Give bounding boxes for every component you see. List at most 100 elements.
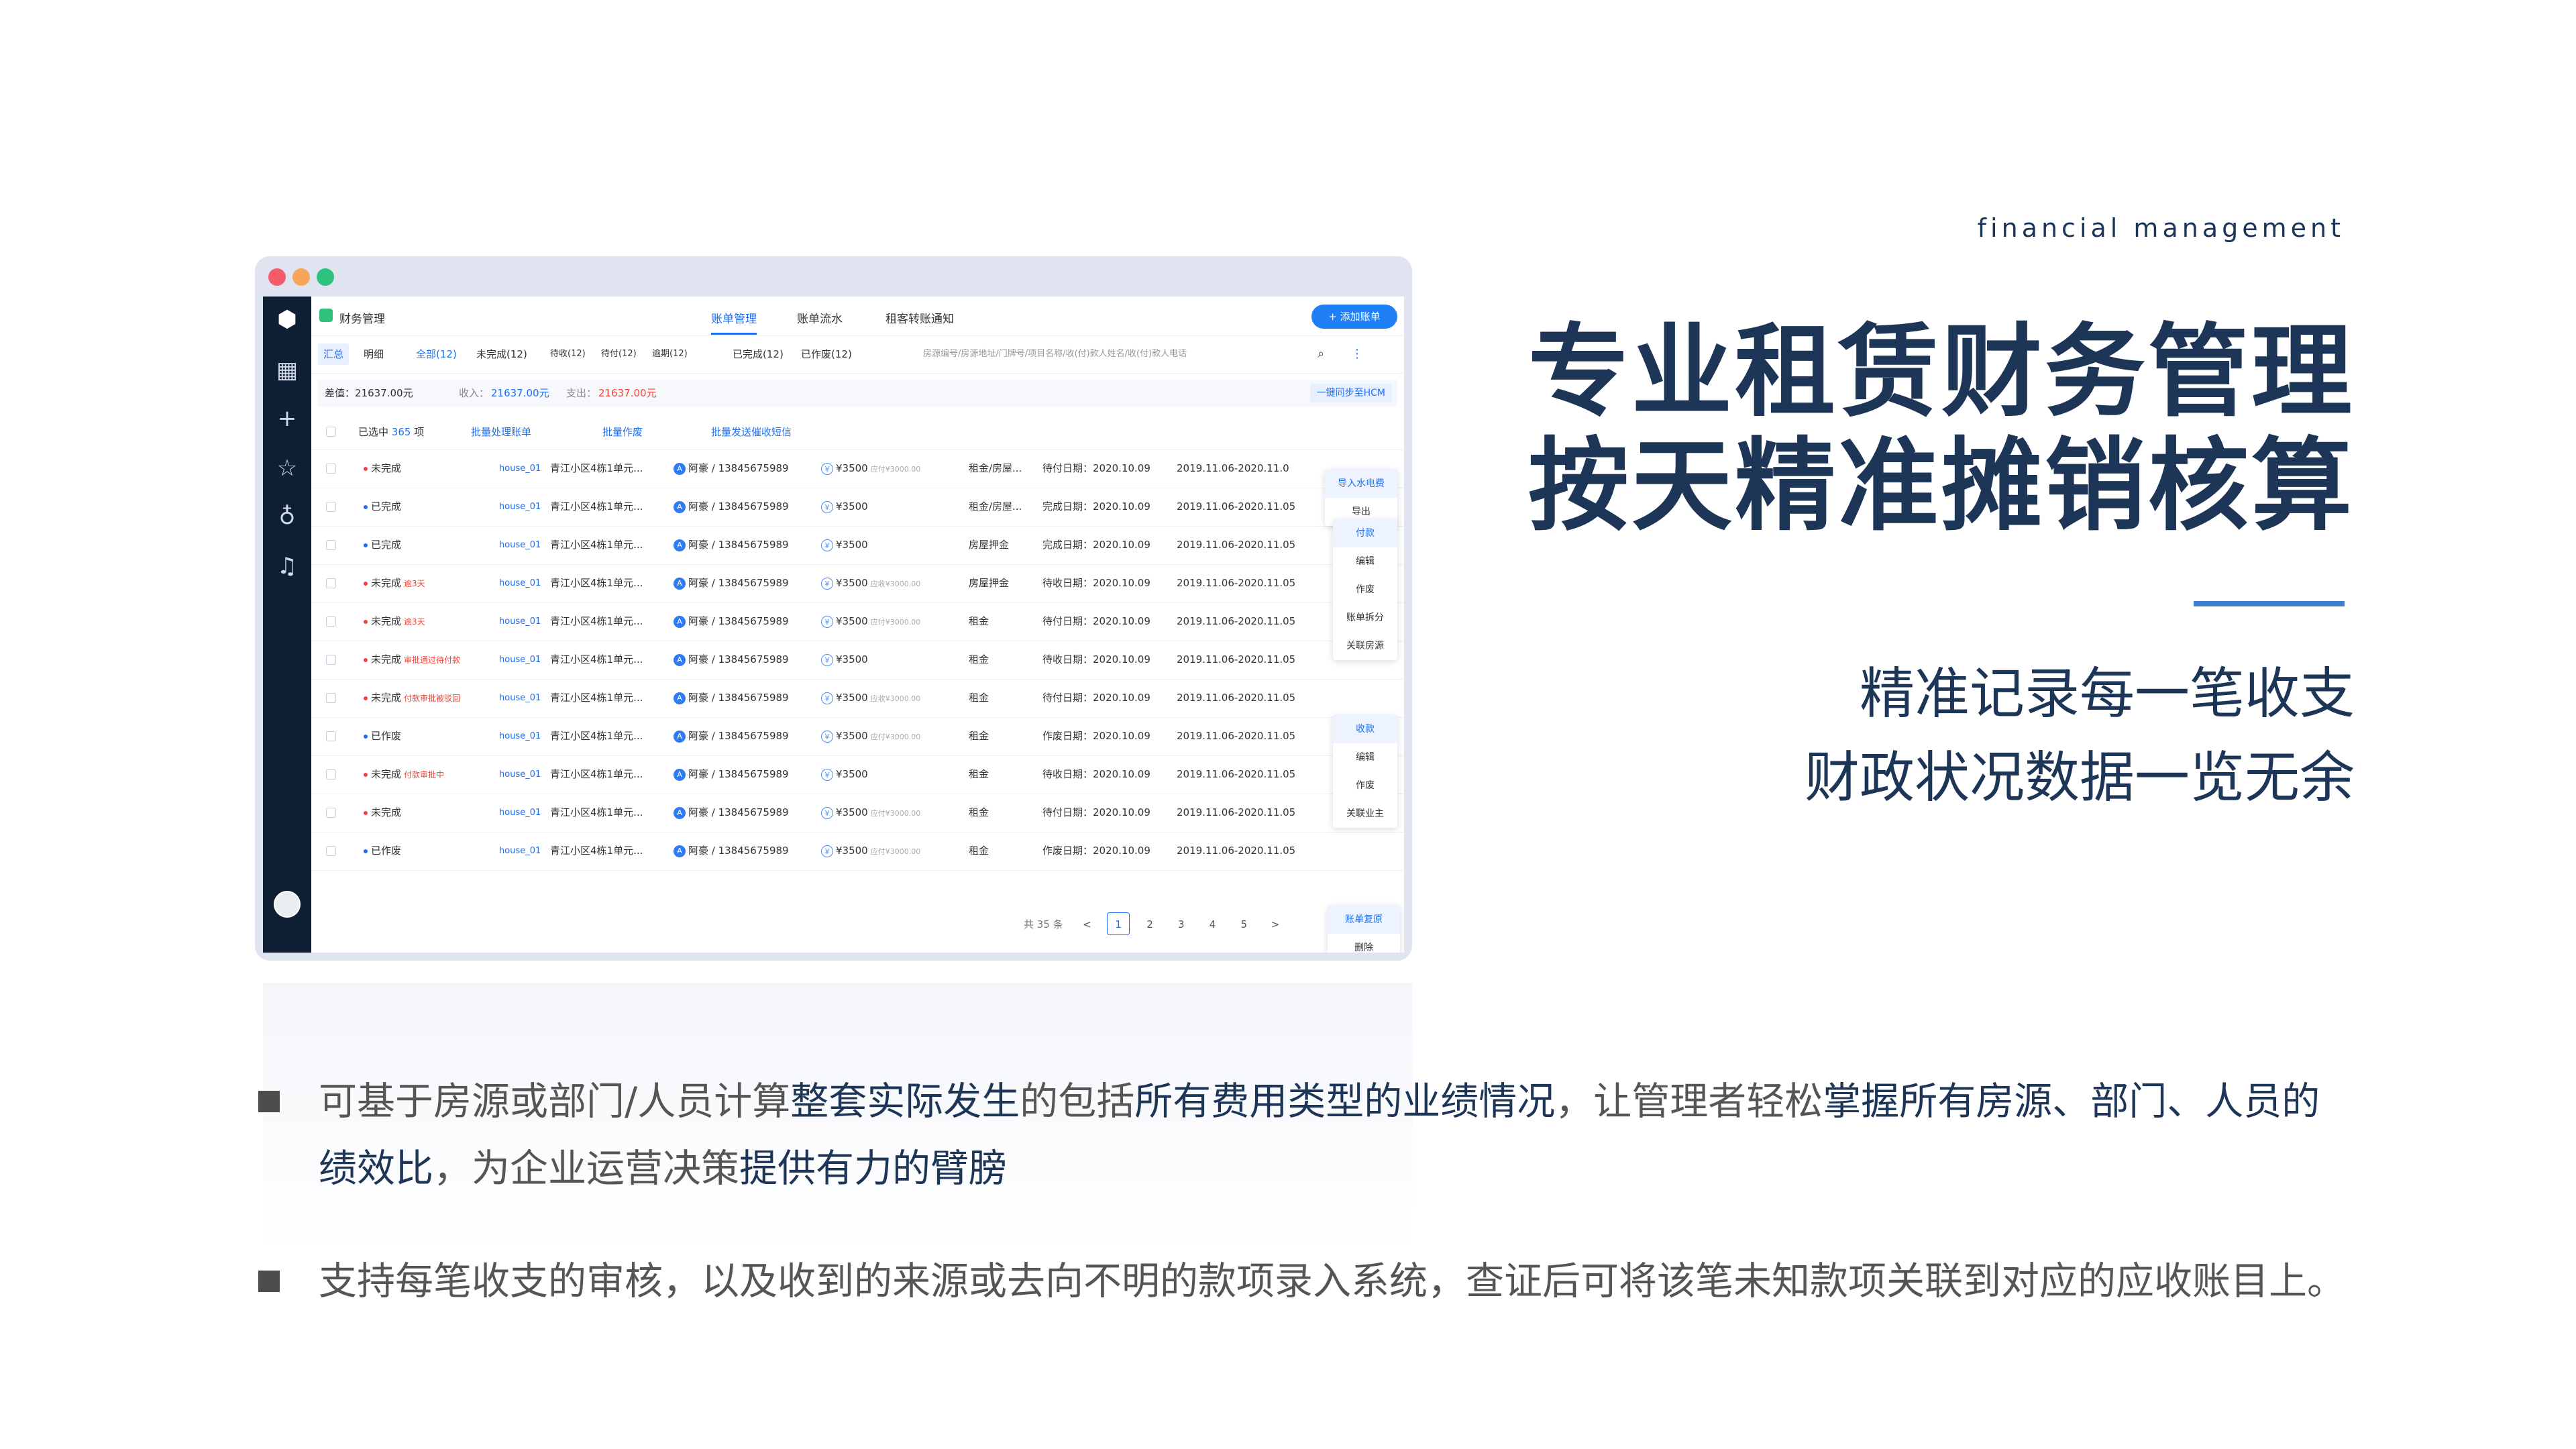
row-checkbox[interactable] bbox=[326, 540, 336, 550]
menu-link-owner-item[interactable]: 关联业主 bbox=[1333, 800, 1397, 828]
table-row[interactable]: 未完成 house_01 青江小区4栋1单元... A 阿豪 / 13845675989… bbox=[311, 794, 1404, 833]
batch-selected: 已选中 365 项 bbox=[358, 415, 424, 449]
sync-hcm-button[interactable]: 一键同步至HCM bbox=[1309, 384, 1392, 402]
filter-pending-receive[interactable]: 待收(12) bbox=[550, 335, 586, 373]
cell-house[interactable]: house_01 bbox=[499, 679, 550, 717]
cell-house[interactable]: house_01 bbox=[499, 832, 550, 870]
cell-house[interactable]: house_01 bbox=[499, 755, 550, 794]
table-row[interactable]: 未完成 逾3天 house_01 青江小区4栋1单元... A 阿豪 / 13845675… bbox=[311, 602, 1404, 641]
cell-house[interactable]: house_01 bbox=[499, 602, 550, 641]
person-icon: A bbox=[674, 615, 686, 628]
menu-edit-item-2[interactable]: 编辑 bbox=[1333, 743, 1397, 771]
row-checkbox[interactable] bbox=[326, 769, 336, 780]
row-checkbox[interactable] bbox=[326, 731, 336, 741]
amount-icon: ¥ bbox=[821, 577, 833, 590]
table-row[interactable]: 未完成 审批通过待付款 house_01 青江小区4栋1单元... A 阿豪 / 1384… bbox=[311, 641, 1404, 680]
tab-transfer-notice[interactable]: 租客转账通知 bbox=[885, 309, 954, 326]
cell-house[interactable]: house_01 bbox=[499, 564, 550, 602]
cell-type: 租金 bbox=[969, 730, 989, 742]
cell-type: 房屋押金 bbox=[969, 577, 1010, 589]
amount-note: 应付¥3000.00 bbox=[870, 809, 921, 818]
filter-incomplete[interactable]: 未完成(12) bbox=[476, 335, 527, 373]
status-dot-icon bbox=[364, 619, 368, 624]
cell-house[interactable]: house_01 bbox=[499, 526, 550, 564]
menu-link-house-item[interactable]: 关联房源 bbox=[1333, 632, 1397, 660]
menu-void-item-2[interactable]: 作废 bbox=[1333, 771, 1397, 800]
cube-logo-icon[interactable]: ⬢ bbox=[272, 305, 302, 334]
bullet-square-icon bbox=[258, 1091, 280, 1112]
batch-void-button[interactable]: 批量作废 bbox=[602, 415, 643, 449]
title-line2: 按天精准摊销核算 bbox=[1527, 428, 2355, 545]
table-row[interactable]: 已完成 house_01 青江小区4栋1单元... A 阿豪 / 13845675989… bbox=[311, 526, 1404, 565]
cell-house[interactable]: house_01 bbox=[499, 449, 550, 488]
cell-house[interactable]: house_01 bbox=[499, 717, 550, 755]
menu-receive-item[interactable]: 收款 bbox=[1333, 715, 1397, 743]
filter-overdue[interactable]: 逾期(12) bbox=[652, 335, 688, 373]
import-utilities-item[interactable]: 导入水电费 bbox=[1325, 470, 1397, 498]
cell-house[interactable]: house_01 bbox=[499, 488, 550, 526]
row-checkbox[interactable] bbox=[326, 655, 336, 665]
star-icon[interactable]: ☆ bbox=[272, 453, 302, 483]
accent-line bbox=[2194, 601, 2345, 606]
bullet1-s3: 掌握所有房源、部门、人员的 bbox=[1823, 1079, 2320, 1124]
avatar[interactable] bbox=[274, 891, 301, 918]
view-tab-detail[interactable]: 明细 bbox=[364, 335, 384, 373]
restore-bill-item[interactable]: 账单复原 bbox=[1328, 906, 1400, 934]
table-row[interactable]: 未完成 逾3天 house_01 青江小区4栋1单元... A 阿豪 / 13845675… bbox=[311, 564, 1404, 603]
tab-bill-management[interactable]: 账单管理 bbox=[711, 309, 757, 335]
next-page-button[interactable]: > bbox=[1264, 913, 1287, 936]
prev-page-button[interactable]: < bbox=[1075, 913, 1098, 936]
status-dot-icon bbox=[364, 657, 368, 662]
filter-pending-pay[interactable]: 待付(12) bbox=[601, 335, 637, 373]
money-bag-icon[interactable]: ♁ bbox=[272, 502, 302, 531]
table-row[interactable]: 已完成 house_01 青江小区4栋1单元... A 阿豪 / 13845675989… bbox=[311, 488, 1404, 527]
filter-completed[interactable]: 已完成(12) bbox=[733, 335, 784, 373]
row-checkbox[interactable] bbox=[326, 502, 336, 512]
row-checkbox[interactable] bbox=[326, 693, 336, 703]
page-2[interactable]: 2 bbox=[1138, 913, 1161, 936]
app-mockup-window: ⬢ ▦ + ☆ ♁ ♫ 财务管理 账单管理 账单流水 租客转账通知 + 添加账单… bbox=[255, 256, 1412, 961]
cell-type: 租金 bbox=[969, 845, 989, 857]
row-checkbox[interactable] bbox=[326, 616, 336, 627]
cell-house[interactable]: house_01 bbox=[499, 794, 550, 832]
page-4[interactable]: 4 bbox=[1201, 913, 1224, 936]
menu-pay-item[interactable]: 付款 bbox=[1333, 519, 1397, 547]
table-row[interactable]: 未完成 house_01 青江小区4栋1单元... A 阿豪 / 13845675989… bbox=[311, 449, 1404, 488]
more-icon[interactable]: ⋮ bbox=[1351, 335, 1363, 373]
person-text: 阿豪 / 13845675989 bbox=[688, 768, 789, 780]
row-checkbox[interactable] bbox=[326, 846, 336, 856]
cell-house[interactable]: house_01 bbox=[499, 641, 550, 679]
search-input[interactable]: 房源编号/房源地址/门牌号/项目名称/收(付)款人姓名/收(付)款人电话 bbox=[923, 335, 1299, 373]
filter-voided[interactable]: 已作废(12) bbox=[801, 335, 852, 373]
cell-type: 租金/房屋... bbox=[969, 500, 1022, 513]
add-bill-button[interactable]: + 添加账单 bbox=[1311, 305, 1397, 329]
page-5[interactable]: 5 bbox=[1232, 913, 1255, 936]
delete-item[interactable]: 删除 bbox=[1328, 934, 1400, 953]
page-1[interactable]: 1 bbox=[1107, 912, 1130, 935]
menu-edit-item[interactable]: 编辑 bbox=[1333, 547, 1397, 576]
status-tag: 付款审批中 bbox=[404, 770, 445, 780]
row-checkbox[interactable] bbox=[326, 464, 336, 474]
tab-bill-flow[interactable]: 账单流水 bbox=[797, 309, 843, 326]
select-all-checkbox[interactable] bbox=[326, 427, 336, 437]
cell-status: 已作废 bbox=[364, 832, 498, 871]
grid-icon[interactable]: ▦ bbox=[272, 356, 302, 385]
table-row[interactable]: 已作废 house_01 青江小区4栋1单元... A 阿豪 / 13845675989… bbox=[311, 832, 1404, 871]
person-icon: A bbox=[674, 653, 686, 666]
table-row[interactable]: 已作废 house_01 青江小区4栋1单元... A 阿豪 / 13845675989… bbox=[311, 717, 1404, 756]
menu-split-item[interactable]: 账单拆分 bbox=[1333, 604, 1397, 632]
table-row[interactable]: 未完成 付款审批中 house_01 青江小区4栋1单元... A 阿豪 / 138456… bbox=[311, 755, 1404, 794]
menu-void-item[interactable]: 作废 bbox=[1333, 576, 1397, 604]
table-row[interactable]: 未完成 付款审批被驳回 house_01 青江小区4栋1单元... A 阿豪 / 1384… bbox=[311, 679, 1404, 718]
search-icon[interactable]: ⌕ bbox=[1318, 335, 1324, 373]
filter-all[interactable]: 全部(12) bbox=[416, 335, 457, 373]
page-3[interactable]: 3 bbox=[1170, 913, 1193, 936]
batch-sms-button[interactable]: 批量发送催收短信 bbox=[711, 415, 792, 449]
view-tab-summary[interactable]: 汇总 bbox=[318, 343, 350, 365]
row-checkbox[interactable] bbox=[326, 808, 336, 818]
plus-icon[interactable]: + bbox=[272, 404, 302, 433]
row-checkbox[interactable] bbox=[326, 578, 336, 588]
bell-icon[interactable]: ♫ bbox=[272, 551, 302, 581]
batch-process-button[interactable]: 批量处理账单 bbox=[471, 415, 531, 449]
status-text: 未完成 bbox=[371, 806, 402, 818]
